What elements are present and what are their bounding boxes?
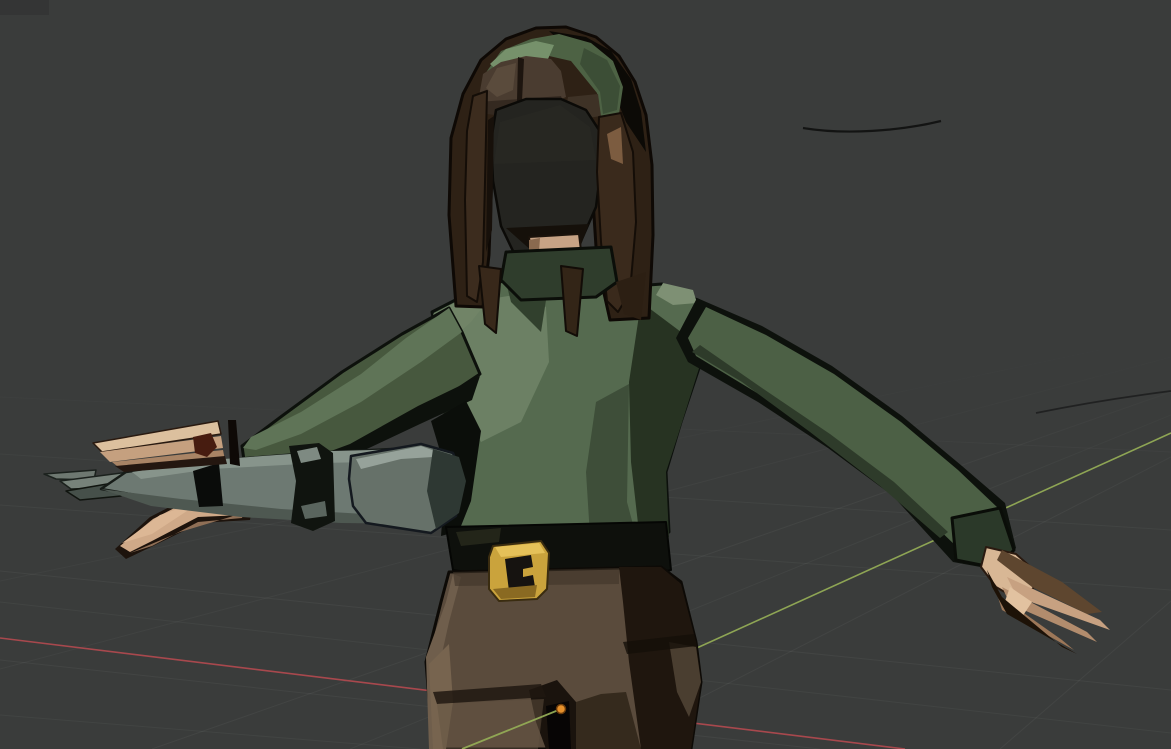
belt-buckle xyxy=(489,541,549,601)
viewport-window xyxy=(0,0,1171,749)
corner-panel-edge xyxy=(0,0,49,15)
shade xyxy=(437,699,544,749)
collar xyxy=(501,247,617,300)
origin-dot[interactable] xyxy=(557,705,566,714)
pants xyxy=(426,567,701,749)
head xyxy=(449,27,653,336)
viewport-canvas[interactable] xyxy=(0,0,1171,749)
